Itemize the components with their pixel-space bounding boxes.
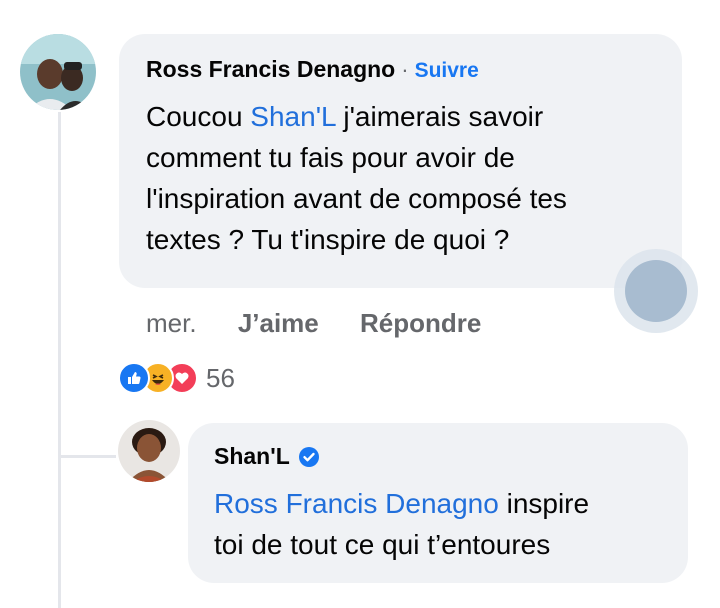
comment-author[interactable]: Ross Francis Denagno <box>146 56 395 82</box>
comment-line-3: l'inspiration avant de composé tes <box>146 183 567 214</box>
reaction-count: 56 <box>206 362 235 393</box>
comment-line-1: Coucou Shan'L j'aimerais savoir <box>146 101 544 132</box>
avatar-ross[interactable] <box>20 34 96 110</box>
comment-text: Coucou Shan'L j'aimerais savoir comment … <box>146 96 567 260</box>
comment-header: Ross Francis Denagno · Suivre <box>146 56 479 83</box>
comment-line-4: textes ? Tu t'inspire de quoi ? <box>146 224 510 255</box>
thread-line-branch <box>58 455 116 458</box>
mention-shanl[interactable]: Shan'L <box>250 101 335 132</box>
follow-button[interactable]: Suivre <box>415 59 479 82</box>
reply-line-1: Ross Francis Denagno inspire <box>214 488 590 519</box>
separator-dot: · <box>401 57 409 82</box>
reply-text: Ross Francis Denagno inspire toi de tout… <box>214 483 589 565</box>
floating-action-button[interactable] <box>614 249 698 333</box>
comment-actions: mer. J’aime Répondre <box>146 308 481 339</box>
reply-header: Shan'L <box>214 443 320 470</box>
reply-button[interactable]: Répondre <box>360 308 481 338</box>
thread-line-vertical <box>58 112 61 608</box>
avatar-shanl[interactable] <box>118 420 180 482</box>
reply-line-2: toi de tout ce qui t’entoures <box>214 529 551 560</box>
comment-time: mer. <box>146 308 197 338</box>
reply-author[interactable]: Shan'L <box>214 443 290 470</box>
like-icon <box>118 362 150 394</box>
like-button[interactable]: J’aime <box>238 308 319 338</box>
reply-bubble: Shan'L Ross Francis Denagno inspire toi … <box>188 423 688 583</box>
avatar-photo-icon <box>118 420 180 482</box>
verified-badge-icon <box>298 446 320 468</box>
mention-ross[interactable]: Ross Francis Denagno <box>214 488 499 519</box>
floating-button-core <box>625 260 687 322</box>
comment-line-2: comment tu fais pour avoir de <box>146 142 515 173</box>
reaction-summary[interactable]: 56 <box>118 362 235 394</box>
avatar-photo-icon <box>20 34 96 110</box>
comment-bubble: Ross Francis Denagno · Suivre Coucou Shan'… <box>119 34 682 288</box>
